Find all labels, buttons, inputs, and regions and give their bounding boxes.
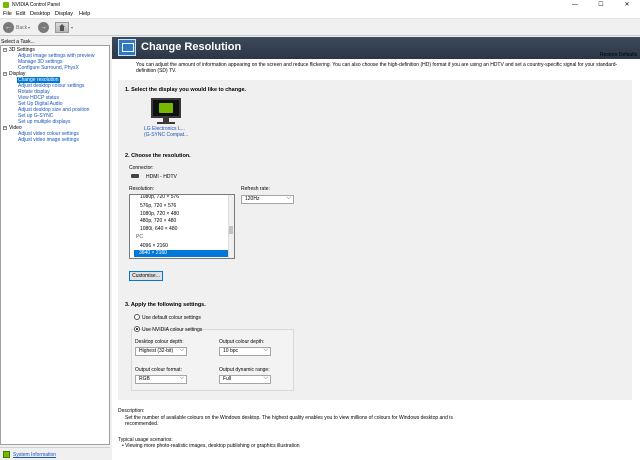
radio-default-colour[interactable] (134, 314, 140, 320)
nvidia-logo-icon (3, 2, 9, 8)
system-info-icon (3, 451, 10, 458)
system-information-bar: System Information (0, 447, 110, 460)
section-2-heading: 2. Choose the resolution. (125, 153, 191, 159)
refresh-rate-select[interactable]: 120Hz (241, 195, 294, 204)
tree-item-configure-surround[interactable]: Configure Surround, PhysX (18, 65, 79, 71)
connector-label: Connector: (129, 165, 154, 171)
page-title: Change Resolution (141, 41, 242, 53)
desktop-colour-depth-select[interactable]: Highest (32-bit) (135, 347, 187, 356)
output-colour-format-label: Output colour format: (135, 367, 182, 373)
back-label[interactable]: Back (16, 25, 27, 31)
description-text: Set the number of available colours on t… (125, 415, 453, 421)
description-text-continued: recommended. (125, 421, 159, 427)
minimize-button[interactable]: — (562, 0, 588, 10)
toolbar: ← Back ▾ → ▾ (0, 19, 640, 36)
menu-file[interactable]: File (3, 11, 12, 17)
usage-item: • Viewing more photo-realistic images, d… (122, 443, 300, 449)
collapse-icon[interactable]: − (3, 47, 7, 52)
system-information-link[interactable]: System Information (13, 452, 56, 458)
description-label: Description: (118, 408, 145, 414)
back-arrow-icon[interactable]: ← (3, 22, 14, 33)
home-icon[interactable] (55, 22, 69, 33)
output-dynamic-range-select[interactable]: Full (219, 375, 271, 384)
tree-item-set-up-multiple-displays[interactable]: Set up multiple displays (18, 119, 71, 125)
close-button[interactable]: ✕ (614, 0, 640, 10)
list-item[interactable]: 1080p, 720 × 480 (140, 211, 179, 217)
resolution-group-pc: PC (136, 234, 143, 240)
output-dynamic-range-label: Output dynamic range: (219, 367, 270, 373)
section-1-heading: 1. Select the display you would like to … (125, 87, 247, 93)
restore-defaults-link[interactable]: Restore Defaults (600, 52, 637, 58)
list-item[interactable]: 4096 × 2160 (140, 243, 168, 249)
selected-resolution-label: 3840 × 2160 (139, 250, 167, 256)
connector-value: HDMI - HDTV (146, 174, 177, 180)
home-dropdown-caret-icon[interactable]: ▾ (71, 25, 73, 30)
section-3-heading: 3. Apply the following settings. (125, 302, 206, 308)
list-item[interactable]: 1080i, 640 × 480 (140, 226, 177, 232)
tree-item-adjust-video-image[interactable]: Adjust video image settings (18, 137, 79, 143)
list-item[interactable]: 480p, 720 × 480 (140, 218, 176, 224)
display-page-icon (118, 39, 136, 56)
display-gsync-status[interactable]: (G-SYNC Compat... (144, 132, 188, 138)
maximize-button[interactable]: ☐ (588, 0, 614, 10)
hdmi-connector-icon (131, 174, 139, 178)
back-dropdown-caret-icon[interactable]: ▾ (28, 25, 30, 30)
selected-resolution[interactable]: 3840 × 2160 (134, 250, 228, 257)
list-item[interactable]: 576p, 720 × 576 (140, 203, 176, 209)
output-colour-depth-label: Output colour depth: (219, 339, 265, 345)
desktop-colour-depth-label: Desktop colour depth: (135, 339, 184, 345)
radio-default-colour-label[interactable]: Use default colour settings (142, 315, 201, 321)
collapse-icon[interactable]: − (3, 71, 7, 76)
refresh-rate-label: Refresh rate: (241, 186, 270, 192)
menu-display[interactable]: Display (55, 11, 73, 17)
radio-nvidia-colour-label[interactable]: Use NVIDIA colour settings (142, 327, 202, 333)
radio-nvidia-colour[interactable] (134, 326, 140, 332)
menu-desktop[interactable]: Desktop (30, 11, 50, 17)
scrollbar-thumb[interactable] (229, 226, 233, 234)
output-colour-depth-select[interactable]: 10 bpc (219, 347, 271, 356)
list-item[interactable]: 1080p, 720 × 576 (140, 195, 179, 200)
output-colour-format-select[interactable]: RGB (135, 375, 187, 384)
task-tree: −3D Settings Adjust image settings with … (0, 45, 110, 445)
window-title: NVIDIA Control Panel (12, 2, 61, 8)
display-tile[interactable] (149, 98, 185, 125)
page-description: You can adjust the amount of information… (136, 62, 618, 74)
monitor-icon (151, 98, 181, 118)
menu-bar: File Edit Desktop Display Help (0, 10, 640, 19)
menu-edit[interactable]: Edit (16, 11, 25, 17)
customise-button[interactable]: Customise... (129, 271, 163, 281)
title-bar: NVIDIA Control Panel — ☐ ✕ (0, 0, 640, 10)
resolution-label: Resolution: (129, 186, 155, 192)
collapse-icon[interactable]: − (3, 125, 7, 130)
monitor-base (157, 122, 175, 124)
menu-help[interactable]: Help (79, 11, 90, 17)
forward-arrow-icon[interactable]: → (38, 22, 49, 33)
